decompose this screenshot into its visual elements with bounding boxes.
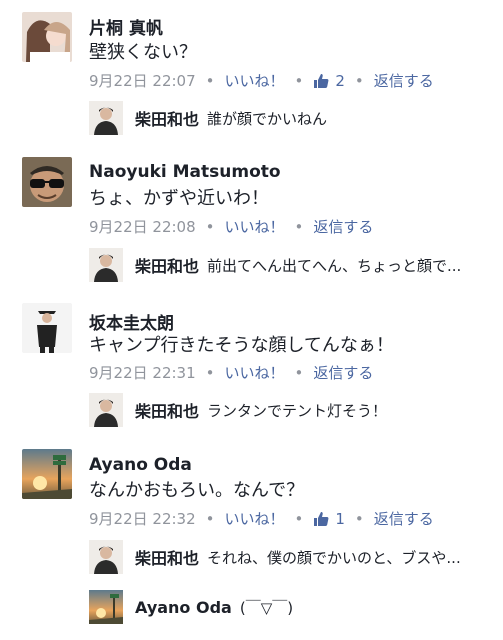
like-link[interactable]: いいね！ (225, 216, 285, 237)
reply-text: それね、僕の顔でかいのと、ブスや... (207, 548, 461, 567)
separator: • (205, 217, 215, 236)
comment-text: 壁狭くない？ (89, 42, 197, 63)
avatar[interactable] (22, 303, 72, 353)
separator: • (205, 363, 215, 382)
reply-item: 柴田和也 それね、僕の顔でかいのと、ブスや... (89, 540, 461, 574)
reply-author[interactable]: 柴田和也 (135, 253, 199, 277)
separator: • (354, 71, 364, 90)
timestamp[interactable]: 9月22日 22:07 (89, 70, 196, 91)
avatar[interactable] (89, 590, 123, 624)
reply-item: Ayano Oda (￣▽￣) (89, 590, 293, 624)
like-count[interactable]: 1 (313, 510, 345, 528)
comment-meta: 9月22日 22:32 • いいね！ • 1 • 返信する (89, 508, 434, 529)
comment-meta: 9月22日 22:08 • いいね！ • 返信する (89, 216, 373, 237)
comment-author[interactable]: Naoyuki Matsumoto (89, 162, 281, 182)
reply-item: 柴田和也 ランタンでテント灯そう！ (89, 393, 387, 427)
comment-meta: 9月22日 22:31 • いいね！ • 返信する (89, 362, 373, 383)
like-link[interactable]: いいね！ (225, 362, 285, 383)
like-count-number: 1 (335, 509, 345, 528)
separator: • (294, 71, 304, 90)
comment-text: キャンプ行きたそうな顔してんなぁ！ (89, 335, 394, 356)
reply-link[interactable]: 返信する (374, 70, 434, 91)
reply-author[interactable]: Ayano Oda (135, 598, 232, 617)
reply-link[interactable]: 返信する (313, 216, 373, 237)
reply-author[interactable]: 柴田和也 (135, 398, 199, 422)
thumbs-up-icon (314, 73, 329, 88)
comment-meta: 9月22日 22:07 • いいね！ • 2 • 返信する (89, 70, 434, 91)
avatar[interactable] (22, 12, 72, 62)
separator: • (205, 71, 215, 90)
avatar[interactable] (89, 540, 123, 574)
avatar[interactable] (89, 101, 123, 135)
reply-text: 前出てへん出てへん、ちょっと顔で... (207, 256, 462, 275)
reply-author[interactable]: 柴田和也 (135, 545, 199, 569)
like-link[interactable]: いいね！ (225, 70, 285, 91)
like-link[interactable]: いいね！ (225, 508, 285, 529)
reply-item: 柴田和也 前出てへん出てへん、ちょっと顔で... (89, 248, 461, 282)
timestamp[interactable]: 9月22日 22:08 (89, 216, 196, 237)
reply-link[interactable]: 返信する (313, 362, 373, 383)
reply-text: 誰が顔でかいねん (207, 109, 328, 128)
reply-text: (￣▽￣) (239, 598, 294, 617)
like-count-number: 2 (335, 71, 345, 90)
comment-author[interactable]: Ayano Oda (89, 455, 192, 475)
separator: • (205, 509, 215, 528)
comment-author[interactable]: 片桐 真帆 (89, 14, 163, 39)
separator: • (294, 363, 304, 382)
separator: • (294, 217, 304, 236)
avatar[interactable] (22, 449, 72, 499)
separator: • (294, 509, 304, 528)
avatar[interactable] (89, 393, 123, 427)
separator: • (354, 509, 364, 528)
timestamp[interactable]: 9月22日 22:31 (89, 362, 196, 383)
thumbs-up-icon (314, 511, 329, 526)
reply-link[interactable]: 返信する (374, 508, 434, 529)
like-count[interactable]: 2 (313, 72, 345, 90)
reply-text: ランタンでテント灯そう！ (207, 401, 388, 420)
timestamp[interactable]: 9月22日 22:32 (89, 508, 196, 529)
avatar[interactable] (89, 248, 123, 282)
comment-text: なんかおもろい。なんで？ (89, 480, 305, 501)
avatar[interactable] (22, 157, 72, 207)
reply-item: 柴田和也 誰が顔でかいねん (89, 101, 327, 135)
comment-text: ちょ、かずや近いわ！ (89, 188, 269, 209)
reply-author[interactable]: 柴田和也 (135, 106, 199, 130)
